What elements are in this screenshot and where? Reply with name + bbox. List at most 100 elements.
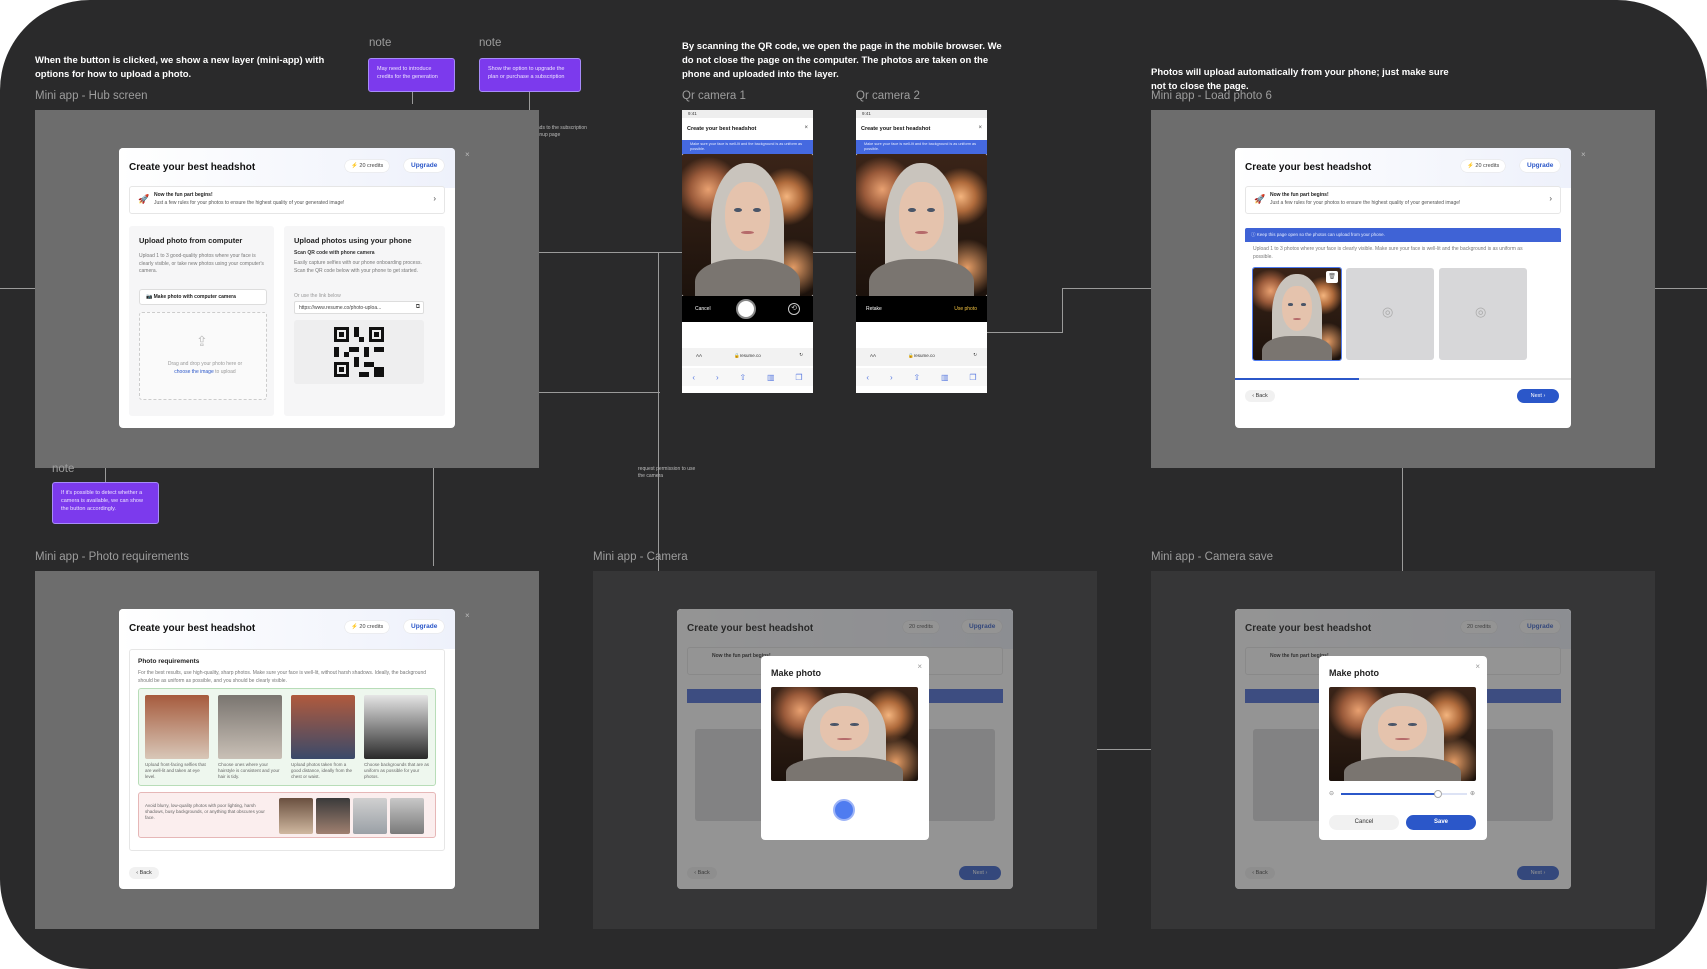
info-banner: Make sure your face is well-lit and the … bbox=[856, 140, 987, 154]
camera-preview bbox=[771, 687, 918, 781]
close-icon[interactable]: × bbox=[1581, 150, 1586, 159]
shutter-button[interactable] bbox=[736, 299, 756, 319]
link-field[interactable]: https://www.resume.co/photo-uploa... ⧉ bbox=[294, 301, 424, 314]
uploaded-photo[interactable]: 🗑 bbox=[1252, 267, 1342, 361]
dialog-title: Make photo bbox=[771, 668, 822, 678]
frame-photo-requirements: Create your best headshot ⚡ 20 credits U… bbox=[35, 571, 539, 929]
sticky-note-camera[interactable]: If it's possible to detect whether a cam… bbox=[52, 482, 159, 524]
leads-annotation: leads to the subscription signup page bbox=[533, 125, 587, 138]
frame-camera: Create your best headshot 20 credits Upg… bbox=[593, 571, 1097, 929]
tabs-icon[interactable]: ❐ bbox=[969, 373, 976, 382]
panel-title: Upload photo from computer bbox=[139, 236, 243, 245]
credits-badge: ⚡ 20 credits bbox=[1461, 160, 1506, 172]
qr-code-box bbox=[294, 320, 424, 384]
camera-icon: ◎ bbox=[1475, 304, 1487, 319]
cancel-button[interactable]: Cancel bbox=[695, 306, 711, 312]
close-icon[interactable]: × bbox=[1475, 662, 1480, 671]
upgrade-button[interactable]: Upgrade bbox=[1520, 159, 1561, 172]
text-size-button[interactable]: AA bbox=[870, 353, 876, 358]
status-bar: 9:41 bbox=[856, 110, 987, 118]
use-photo-button[interactable]: Use photo bbox=[954, 306, 977, 312]
back-icon[interactable]: ‹ bbox=[692, 373, 695, 382]
upload-phone-panel: Upload photos using your phone Scan QR c… bbox=[284, 226, 445, 416]
switch-camera-icon[interactable]: ⟲ bbox=[788, 303, 800, 315]
frame-hub: Create your best headshot ⚡ 20 credits U… bbox=[35, 110, 539, 468]
next-button[interactable]: Next › bbox=[1517, 389, 1559, 403]
share-icon[interactable]: ⇧ bbox=[739, 373, 746, 382]
upgrade-button[interactable]: Upgrade bbox=[404, 159, 445, 172]
captured-photo bbox=[856, 154, 987, 296]
fun-part-notice[interactable]: 🚀 Now the fun part begins! Just a few ru… bbox=[1245, 186, 1561, 214]
forward-icon[interactable]: › bbox=[890, 373, 893, 382]
camera-icon: 📷 bbox=[146, 294, 153, 300]
capture-button[interactable] bbox=[833, 799, 855, 821]
share-icon[interactable]: ⇧ bbox=[913, 373, 920, 382]
connector-line bbox=[1655, 288, 1707, 289]
browser-nav: ‹ › ⇧ ▥ ❐ bbox=[682, 368, 813, 386]
fun-part-notice[interactable]: 🚀 Now the fun part begins! Just a few ru… bbox=[129, 186, 445, 214]
back-button[interactable]: ‹ Back bbox=[1245, 390, 1275, 402]
tabs-icon[interactable]: ❐ bbox=[795, 373, 802, 382]
retake-button[interactable]: Retake bbox=[866, 306, 882, 312]
bad-photo bbox=[353, 798, 387, 834]
back-button[interactable]: ‹ Back bbox=[129, 867, 159, 879]
close-icon[interactable]: × bbox=[917, 662, 922, 671]
bookmarks-icon[interactable]: ▥ bbox=[941, 373, 949, 382]
keep-open-banner: ⓘ Keep this page open so the photos can … bbox=[1245, 228, 1561, 242]
rocket-icon: 🚀 bbox=[138, 194, 150, 204]
browser-url-bar[interactable]: AA 🔒resume.co ↻ bbox=[682, 348, 813, 366]
connector-line bbox=[1062, 288, 1151, 289]
frame-camera-save: Create your best headshot 20 credits Upg… bbox=[1151, 571, 1655, 929]
note-label: note bbox=[369, 37, 392, 49]
back-icon[interactable]: ‹ bbox=[866, 373, 869, 382]
bolt-icon: ⚡ bbox=[351, 624, 358, 630]
text-size-button[interactable]: AA bbox=[696, 353, 702, 358]
example-caption: Upload front-facing selfies that are wel… bbox=[145, 762, 206, 779]
requirements-panel: Photo requirements For the best results,… bbox=[129, 649, 445, 851]
forward-icon[interactable]: › bbox=[716, 373, 719, 382]
upgrade-button[interactable]: Upgrade bbox=[404, 620, 445, 633]
make-photo-camera-button[interactable]: 📷 Make photo with computer camera bbox=[139, 289, 267, 305]
bookmarks-icon[interactable]: ▥ bbox=[767, 373, 775, 382]
reload-icon[interactable]: ↻ bbox=[973, 352, 977, 358]
bad-photo bbox=[279, 798, 313, 834]
choose-image-link[interactable]: choose the image bbox=[174, 369, 213, 375]
qr-code bbox=[334, 327, 384, 377]
cancel-button[interactable]: Cancel bbox=[1329, 815, 1399, 830]
save-button[interactable]: Save bbox=[1406, 815, 1476, 830]
empty-photo-slot[interactable]: ◎ bbox=[1346, 268, 1434, 360]
dialog-title: Make photo bbox=[1329, 668, 1380, 678]
example-photo bbox=[364, 695, 428, 759]
captured-photo bbox=[1329, 687, 1476, 781]
make-photo-save-dialog: Make photo × ⊖ ⊕ Cancel Save bbox=[1319, 656, 1487, 840]
close-icon[interactable]: × bbox=[978, 125, 982, 131]
chevron-right-icon: › bbox=[1549, 194, 1552, 203]
connector-line bbox=[412, 92, 413, 104]
good-examples: Upload front-facing selfies that are wel… bbox=[138, 688, 436, 786]
drop-zone[interactable]: ⇪ Drag and drop your photo here or choos… bbox=[139, 312, 267, 400]
zoom-slider-thumb[interactable] bbox=[1434, 790, 1442, 798]
close-icon[interactable]: × bbox=[465, 150, 470, 159]
drop-text: Drag and drop your photo here or choose … bbox=[167, 361, 243, 375]
connector-line bbox=[538, 252, 682, 253]
progress-fill bbox=[1235, 378, 1360, 380]
close-icon[interactable]: × bbox=[804, 125, 808, 131]
copy-icon[interactable]: ⧉ bbox=[416, 304, 420, 311]
panel-text: Easily capture selfies with our phone on… bbox=[294, 260, 422, 274]
reload-icon[interactable]: ↻ bbox=[799, 352, 803, 358]
frame-label-hub: Mini app - Hub screen bbox=[35, 90, 148, 102]
panel-text: Upload 1 to 3 good-quality photos where … bbox=[139, 253, 264, 274]
close-icon[interactable]: × bbox=[465, 611, 470, 620]
info-icon: ⓘ bbox=[1251, 232, 1256, 237]
browser-url-bar[interactable]: AA 🔒resume.co ↻ bbox=[856, 348, 987, 366]
delete-icon[interactable]: 🗑 bbox=[1326, 271, 1338, 283]
connector-line bbox=[1062, 288, 1063, 332]
sticky-note-upgrade[interactable]: Show the option to upgrade the plan or p… bbox=[479, 58, 581, 92]
zoom-slider[interactable] bbox=[1341, 790, 1467, 798]
sticky-note-credits[interactable]: May need to introduce credits for the ge… bbox=[368, 58, 455, 92]
empty-photo-slot[interactable]: ◎ bbox=[1439, 268, 1527, 360]
zoom-in-icon[interactable]: ⊕ bbox=[1470, 790, 1475, 797]
requirements-text: For the best results, use high-quality, … bbox=[138, 670, 427, 684]
chevron-right-icon: › bbox=[433, 194, 436, 203]
zoom-out-icon[interactable]: ⊖ bbox=[1329, 790, 1334, 797]
